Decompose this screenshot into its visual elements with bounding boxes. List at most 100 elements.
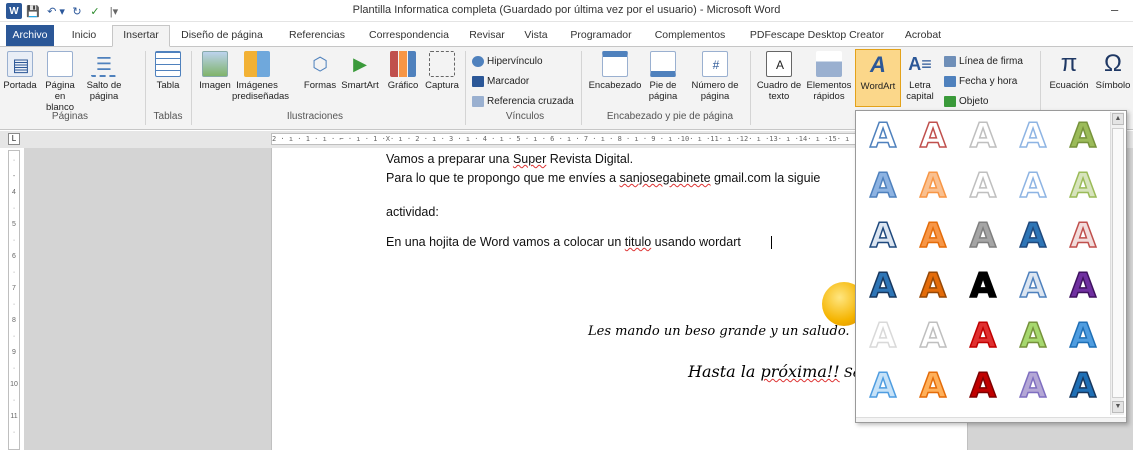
tab-referencias[interactable]: Referencias [282,26,352,46]
doc-line-1: Vamos a preparar una Super Revista Digit… [386,152,634,166]
wordart-style-option[interactable]: A [958,313,1008,361]
vertical-ruler-mark: 4 [12,189,16,196]
vertical-ruler[interactable]: · - 4 · 5 · 6 · 7 · 8 · 9 · 10 · 11 · [8,150,20,450]
wordart-style-option[interactable]: A [858,163,908,211]
wordart-style-option[interactable]: A [858,363,908,411]
wordart-style-option[interactable]: A [1008,313,1058,361]
tab-vista[interactable]: Vista [518,26,554,46]
group-label-vinculos: Vínculos [505,111,545,122]
tab-correspondencia[interactable]: Correspondencia [362,26,456,46]
captura-button[interactable]: Captura [423,51,461,91]
wordart-style-option[interactable]: A [908,363,958,411]
pie-de-pagina-button[interactable]: Pie de página [643,51,683,102]
simbolo-button[interactable]: Ω Símbolo [1093,50,1133,92]
scroll-down-icon[interactable]: ▼ [1112,401,1124,413]
symbol-icon: Ω [1104,50,1122,77]
wordart-style-option[interactable]: A [1008,363,1058,411]
wordart-style-option[interactable]: A [958,213,1008,261]
letra-capital-button[interactable]: A≡ Letra capital [902,51,938,102]
vertical-ruler-mark: - [12,173,16,180]
smartart-button[interactable]: ▶ SmartArt [338,51,382,91]
page-number-icon: # [702,51,728,77]
wordart-style-option[interactable]: A [1058,313,1108,361]
footer-icon [650,51,676,77]
cross-reference-icon [472,95,484,107]
wordart-style-option[interactable]: A [958,163,1008,211]
screenshot-icon [429,51,455,77]
tab-selector[interactable]: L [8,133,20,145]
group-separator [145,51,146,125]
wordart-style-option[interactable]: A [908,263,958,311]
wordart-style-option[interactable]: A [1008,113,1058,161]
tab-complementos[interactable]: Complementos [650,26,730,46]
scroll-thumb[interactable] [1112,128,1124,398]
minimize-button[interactable]: – [1111,2,1118,17]
wordart-style-option[interactable]: A [858,213,908,261]
wordart-style-option[interactable]: A [908,313,958,361]
elementos-rapidos-button[interactable]: Elementos rápidos [804,51,854,102]
gallery-resize-grip[interactable] [856,417,1126,422]
wordart-style-option[interactable]: A [1058,163,1108,211]
tab-inicio[interactable]: Inicio [64,26,104,46]
grafico-button[interactable]: Gráfico [383,51,423,91]
vertical-ruler-mark: 6 [12,253,16,260]
vertical-ruler-mark: 9 [12,349,16,356]
linea-de-firma-button[interactable]: Línea de firma [944,55,1023,68]
wordart-style-option[interactable]: A [1008,213,1058,261]
imagenes-predisenadas-button[interactable]: Imágenes prediseñadas [232,51,289,102]
wordart-style-option[interactable]: A [908,163,958,211]
ecuacion-button[interactable]: π Ecuación [1046,51,1092,92]
gallery-scrollbar[interactable]: ▲ ▼ [1110,112,1124,415]
wordart-style-option[interactable]: A [1058,113,1108,161]
fecha-y-hora-button[interactable]: Fecha y hora [944,75,1017,88]
numero-de-pagina-button[interactable]: # Número de página [684,51,746,102]
wordart-style-option[interactable]: A [908,213,958,261]
wordart-gallery-grid: AAAAAAAAAAAAAAAAAAAAAAAAAAAAAA [858,113,1108,415]
salto-de-pagina-button[interactable]: ☰ Salto de página [84,51,124,102]
wordart-style-option[interactable]: A [908,113,958,161]
wordart-style-option[interactable]: A [958,363,1008,411]
tabla-button[interactable]: Tabla [150,51,186,91]
wordart-style-option[interactable]: A [1058,363,1108,411]
wordart-button[interactable]: A WordArt [855,49,901,107]
hipervinculo-button[interactable]: Hipervínculo [472,55,543,68]
tab-archivo[interactable]: Archivo [6,25,54,46]
tab-insertar[interactable]: Insertar [112,25,170,47]
date-time-icon [944,75,956,87]
tab-acrobat[interactable]: Acrobat [900,26,946,46]
tab-diseno-de-pagina[interactable]: Diseño de página [176,26,268,46]
wordart-style-option[interactable]: A [958,113,1008,161]
vertical-ruler-mark: · [12,237,16,244]
objeto-button[interactable]: Objeto [944,95,988,108]
vertical-ruler-mark: · [12,397,16,404]
shapes-icon: ⬡ [312,54,328,74]
wordart-style-option[interactable]: A [858,113,908,161]
wordart-style-option[interactable]: A [858,263,908,311]
imagen-button[interactable]: Imagen [197,51,233,91]
vertical-ruler-mark: · [12,429,16,436]
cuadro-de-texto-button[interactable]: A Cuadro de texto [756,51,802,102]
doc-line-4: En una hojita de Word vamos a colocar un… [386,235,741,249]
wordart-style-option[interactable]: A [1058,213,1108,261]
encabezado-button[interactable]: Encabezado [587,51,643,91]
horizontal-ruler[interactable]: 2 · ı · 1 · ı · ⌐ · ı · 1 ·X· ı · 2 · ı … [271,133,859,145]
wordart-style-option[interactable]: A [958,263,1008,311]
referencia-cruzada-button[interactable]: Referencia cruzada [472,95,574,108]
hyperlink-icon [472,55,484,67]
tab-programador[interactable]: Programador [566,26,636,46]
tab-pdfescape[interactable]: PDFescape Desktop Creator [744,26,890,46]
wordart-style-option[interactable]: A [1008,263,1058,311]
wordart-style-option[interactable]: A [1058,263,1108,311]
marcador-button[interactable]: Marcador [472,75,529,88]
smartart-icon: ▶ [353,54,367,74]
closing-farewell: Hasta la próxima!! Se [688,362,861,381]
ribbon-tabs: Archivo Inicio Insertar Diseño de página… [0,22,1133,47]
portada-button[interactable]: ▤ Portada [2,51,38,91]
tab-revisar[interactable]: Revisar [466,26,508,46]
doc-line-3: actividad: [386,205,439,219]
wordart-style-option[interactable]: A [858,313,908,361]
scroll-up-icon[interactable]: ▲ [1112,113,1124,125]
formas-button[interactable]: ⬡ Formas [302,51,338,91]
pagina-en-blanco-button[interactable]: Página en blanco [40,51,80,113]
wordart-style-option[interactable]: A [1008,163,1058,211]
